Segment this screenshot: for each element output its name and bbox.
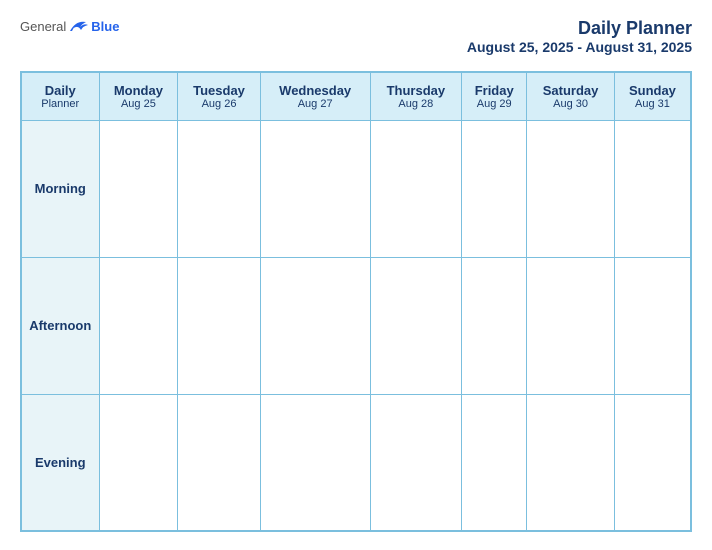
afternoon-thursday[interactable]: [370, 257, 462, 394]
evening-saturday[interactable]: [527, 394, 615, 531]
evening-thursday[interactable]: [370, 394, 462, 531]
logo-bird-icon: [68, 18, 90, 34]
evening-label: Evening: [21, 394, 99, 531]
afternoon-row: Afternoon: [21, 257, 691, 394]
daily-planner-header: Daily Planner: [21, 72, 99, 120]
afternoon-monday[interactable]: [99, 257, 178, 394]
logo-blue-text: Blue: [91, 19, 119, 34]
evening-sunday[interactable]: [614, 394, 691, 531]
header-col-label2: Planner: [26, 98, 95, 110]
afternoon-wednesday[interactable]: [260, 257, 370, 394]
evening-friday[interactable]: [462, 394, 527, 531]
afternoon-tuesday[interactable]: [178, 257, 260, 394]
logo-area: General Blue: [20, 18, 119, 34]
planner-date-range: August 25, 2025 - August 31, 2025: [467, 39, 692, 55]
logo-general-text: General: [20, 19, 66, 34]
col-header-tuesday: Tuesday Aug 26: [178, 72, 260, 120]
afternoon-friday[interactable]: [462, 257, 527, 394]
morning-saturday[interactable]: [527, 120, 615, 257]
afternoon-sunday[interactable]: [614, 257, 691, 394]
logo: General Blue: [20, 18, 119, 34]
page: General Blue Daily Planner August 25, 20…: [0, 0, 712, 550]
morning-monday[interactable]: [99, 120, 178, 257]
column-headers: Daily Planner Monday Aug 25 Tuesday Aug …: [21, 72, 691, 120]
morning-sunday[interactable]: [614, 120, 691, 257]
header-col-label1: Daily: [26, 83, 95, 98]
evening-wednesday[interactable]: [260, 394, 370, 531]
col-header-thursday: Thursday Aug 28: [370, 72, 462, 120]
calendar-table: Daily Planner Monday Aug 25 Tuesday Aug …: [20, 71, 692, 532]
col-header-wednesday: Wednesday Aug 27: [260, 72, 370, 120]
afternoon-label: Afternoon: [21, 257, 99, 394]
col-header-saturday: Saturday Aug 30: [527, 72, 615, 120]
col-header-sunday: Sunday Aug 31: [614, 72, 691, 120]
header: General Blue Daily Planner August 25, 20…: [20, 18, 692, 57]
afternoon-saturday[interactable]: [527, 257, 615, 394]
evening-tuesday[interactable]: [178, 394, 260, 531]
title-area: Daily Planner August 25, 2025 - August 3…: [467, 18, 692, 57]
morning-friday[interactable]: [462, 120, 527, 257]
morning-thursday[interactable]: [370, 120, 462, 257]
morning-tuesday[interactable]: [178, 120, 260, 257]
planner-title: Daily Planner: [578, 18, 692, 38]
evening-monday[interactable]: [99, 394, 178, 531]
morning-wednesday[interactable]: [260, 120, 370, 257]
morning-row: Morning: [21, 120, 691, 257]
morning-label: Morning: [21, 120, 99, 257]
col-header-friday: Friday Aug 29: [462, 72, 527, 120]
evening-row: Evening: [21, 394, 691, 531]
col-header-monday: Monday Aug 25: [99, 72, 178, 120]
